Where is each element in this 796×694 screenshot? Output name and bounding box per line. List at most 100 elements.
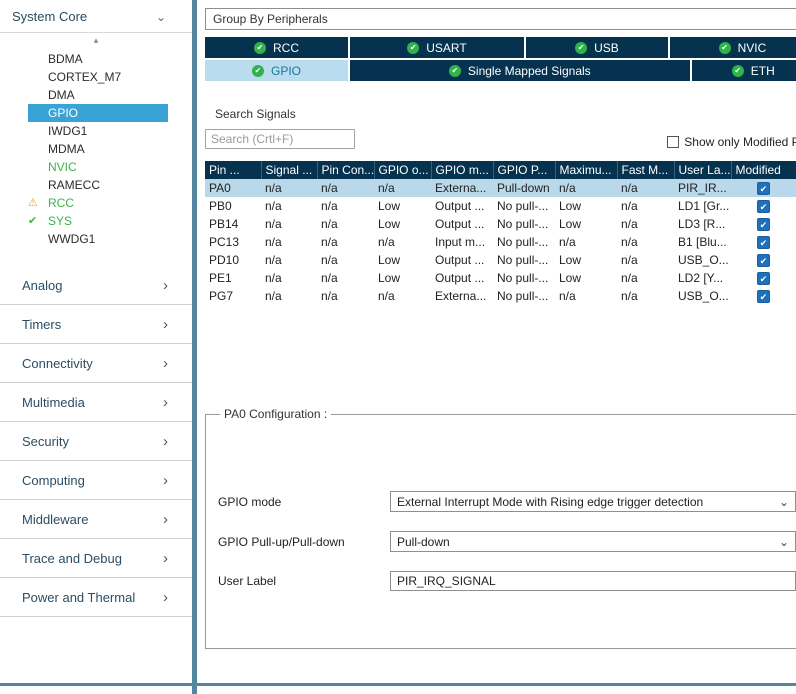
sidebar-item-label: IWDG1 — [48, 124, 87, 138]
modified-checkbox[interactable]: ✔ — [757, 218, 770, 231]
gpio-pull-select[interactable]: Pull-down⌄ — [390, 531, 796, 552]
column-header-pin-con[interactable]: Pin Con... — [317, 161, 374, 179]
sidebar-category-security[interactable]: Security› — [0, 422, 192, 461]
table-row-pc13[interactable]: PC13n/an/an/aInput m...No pull-...n/an/a… — [205, 233, 796, 251]
table-cell: LD1 [Gr... — [674, 197, 731, 215]
tab-rcc[interactable]: ✔RCC — [205, 37, 348, 58]
table-cell: Output ... — [431, 269, 493, 287]
table-cell: n/a — [317, 197, 374, 215]
gpio-mode-select[interactable]: External Interrupt Mode with Rising edge… — [390, 491, 796, 512]
tab-single-mapped-signals[interactable]: ✔Single Mapped Signals — [350, 60, 690, 81]
category-label: Computing — [22, 473, 85, 488]
sidebar-category-connectivity[interactable]: Connectivity› — [0, 344, 192, 383]
sidebar-item-dma[interactable]: DMA — [0, 86, 192, 104]
tab-usb[interactable]: ✔USB — [526, 37, 668, 58]
tab-eth[interactable]: ✔ETH — [692, 60, 796, 81]
table-row-pb0[interactable]: PB0n/an/aLowOutput ...No pull-...Lown/aL… — [205, 197, 796, 215]
column-header-modified[interactable]: Modified — [731, 161, 796, 179]
show-modified-checkbox[interactable] — [667, 136, 679, 148]
table-cell: LD2 [Y... — [674, 269, 731, 287]
modified-cell: ✔ — [731, 197, 796, 215]
table-cell: n/a — [261, 251, 317, 269]
sidebar-category-power-and-thermal[interactable]: Power and Thermal› — [0, 578, 192, 617]
modified-checkbox[interactable]: ✔ — [757, 290, 770, 303]
sidebar-category-middleware[interactable]: Middleware› — [0, 500, 192, 539]
sidebar-item-rcc[interactable]: ⚠RCC — [0, 194, 192, 212]
sidebar-item-label: WWDG1 — [48, 232, 95, 246]
tab-row-1: ✔RCC✔USART✔USB✔NVIC — [205, 37, 796, 58]
sidebar-item-gpio[interactable]: GPIO — [28, 104, 168, 122]
sidebar-item-mdma[interactable]: MDMA — [0, 140, 192, 158]
gpio-pull-label: GPIO Pull-up/Pull-down — [218, 535, 390, 549]
sidebar-item-bdma[interactable]: BDMA — [0, 50, 192, 68]
sidebar-item-sys[interactable]: ✔SYS — [0, 212, 192, 230]
column-header-pin[interactable]: Pin ... — [205, 161, 261, 179]
modified-checkbox[interactable]: ✔ — [757, 182, 770, 195]
sidebar-item-iwdg1[interactable]: IWDG1 — [0, 122, 192, 140]
table-cell: Output ... — [431, 197, 493, 215]
sidebar-section-system-core[interactable]: System Core ⌄ — [0, 0, 192, 33]
column-header-gpio-m[interactable]: GPIO m... — [431, 161, 493, 179]
pa0-configuration-group: PA0 Configuration : GPIO modeExternal In… — [205, 407, 796, 649]
sidebar-category-trace-and-debug[interactable]: Trace and Debug› — [0, 539, 192, 578]
table-row-pd10[interactable]: PD10n/an/aLowOutput ...No pull-...Lown/a… — [205, 251, 796, 269]
sidebar-section-label: System Core — [12, 9, 87, 24]
table-cell: n/a — [261, 287, 317, 305]
table-row-pa0[interactable]: PA0n/an/an/aExterna...Pull-downn/an/aPIR… — [205, 179, 796, 197]
group-by-value: Group By Peripherals — [213, 12, 328, 26]
search-row: Show only Modified Pins — [205, 129, 796, 149]
group-by-select[interactable]: Group By Peripherals ⌄ — [205, 8, 796, 30]
modified-cell: ✔ — [731, 251, 796, 269]
table-cell: USB_O... — [674, 251, 731, 269]
table-cell: Output ... — [431, 251, 493, 269]
tab-usart[interactable]: ✔USART — [350, 37, 524, 58]
sidebar-category-analog[interactable]: Analog› — [0, 266, 192, 305]
tab-label: Single Mapped Signals — [468, 64, 591, 78]
pins-table: Pin ...Signal ...Pin Con...GPIO o...GPIO… — [205, 161, 796, 305]
scroll-up-icon[interactable]: ▴ — [0, 33, 192, 48]
modified-checkbox[interactable]: ✔ — [757, 236, 770, 249]
sidebar-category-computing[interactable]: Computing › — [0, 461, 192, 500]
pinout-configuration-panel: System Core ⌄ ▴ BDMACORTEX_M7DMAGPIOIWDG… — [0, 0, 796, 694]
sidebar-item-nvic[interactable]: NVIC — [0, 158, 192, 176]
modified-checkbox[interactable]: ✔ — [757, 254, 770, 267]
sidebar-category-timers[interactable]: Timers› — [0, 305, 192, 344]
user-label-label: User Label — [218, 574, 390, 588]
chevron-right-icon: › — [163, 394, 168, 411]
table-cell: LD3 [R... — [674, 215, 731, 233]
column-header-gpio-p[interactable]: GPIO P... — [493, 161, 555, 179]
check-circle-icon: ✔ — [252, 65, 264, 77]
column-header-signal[interactable]: Signal ... — [261, 161, 317, 179]
column-header-fast-m[interactable]: Fast M... — [617, 161, 674, 179]
table-row-pe1[interactable]: PE1n/an/aLowOutput ...No pull-...Lown/aL… — [205, 269, 796, 287]
tab-gpio[interactable]: ✔ GPIO — [205, 60, 348, 81]
modified-cell: ✔ — [731, 179, 796, 197]
column-header-maximu[interactable]: Maximu... — [555, 161, 617, 179]
sidebar-item-wwdg1[interactable]: WWDG1 — [0, 230, 192, 248]
table-row-pg7[interactable]: PG7n/an/an/aExterna...No pull-...n/an/aU… — [205, 287, 796, 305]
modified-checkbox[interactable]: ✔ — [757, 272, 770, 285]
modified-cell: ✔ — [731, 233, 796, 251]
sidebar-item-cortex-m7[interactable]: CORTEX_M7 — [0, 68, 192, 86]
modified-checkbox[interactable]: ✔ — [757, 200, 770, 213]
column-header-gpio-o[interactable]: GPIO o... — [374, 161, 431, 179]
sidebar-item-label: RCC — [48, 196, 74, 210]
tab-row-2: ✔ GPIO ✔Single Mapped Signals✔ETH — [205, 60, 796, 81]
tab-label: USART — [426, 41, 466, 55]
table-row-pb14[interactable]: PB14n/an/aLowOutput ...No pull-...Lown/a… — [205, 215, 796, 233]
peripheral-list: BDMACORTEX_M7DMAGPIO IWDG1 MDMANVICRAMECC⚠… — [0, 50, 192, 248]
tab-label: GPIO — [271, 64, 301, 78]
column-header-user-la[interactable]: User La... — [674, 161, 731, 179]
sidebar-item-ramecc[interactable]: RAMECC — [0, 176, 192, 194]
search-signals-label: Search Signals — [215, 107, 796, 121]
dropdown-arrow-icon: ⌄ — [779, 495, 789, 509]
sidebar-category-multimedia[interactable]: Multimedia› — [0, 383, 192, 422]
user-label-input[interactable] — [390, 571, 796, 591]
search-input[interactable] — [205, 129, 355, 149]
table-cell: n/a — [261, 269, 317, 287]
chevron-right-icon: › — [163, 355, 168, 372]
chevron-right-icon: › — [163, 472, 168, 489]
table-cell: Low — [374, 269, 431, 287]
tab-nvic[interactable]: ✔NVIC — [670, 37, 796, 58]
show-modified-toggle[interactable]: Show only Modified Pins — [667, 135, 796, 149]
